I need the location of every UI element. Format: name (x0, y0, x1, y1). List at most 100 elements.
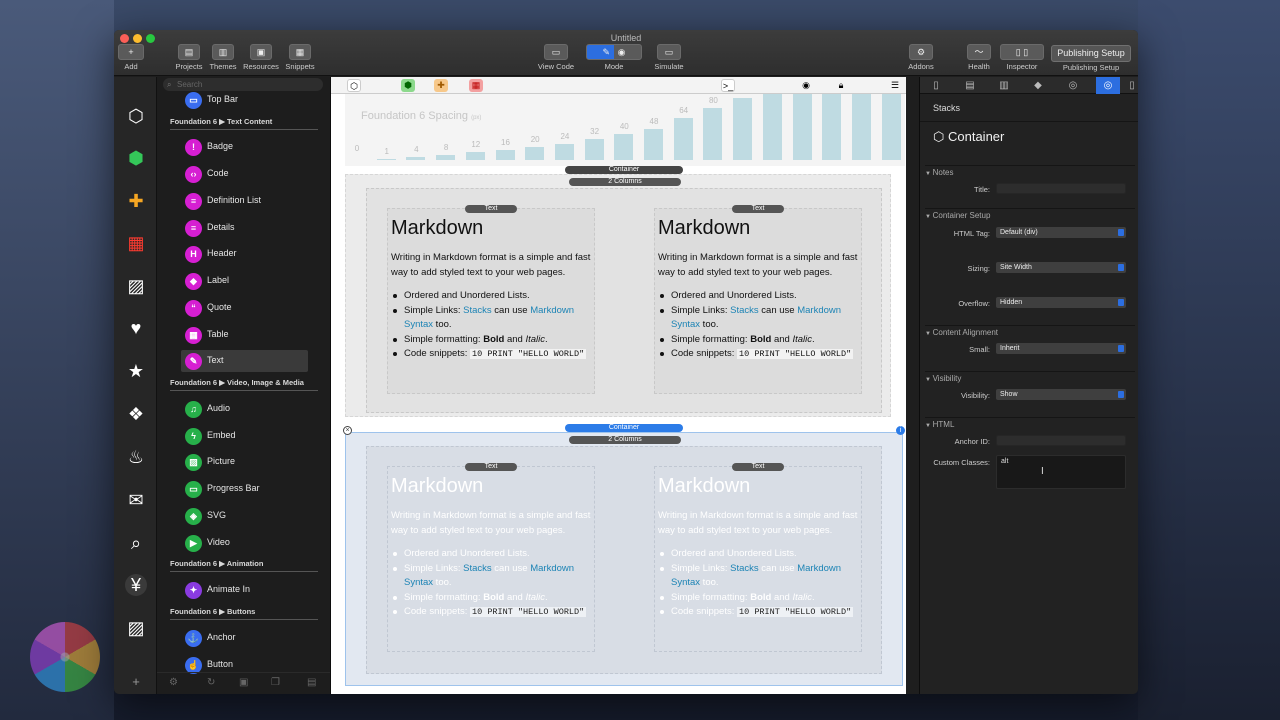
custom-classes-field[interactable]: alt (996, 455, 1126, 489)
add-category-icon[interactable]: + (125, 671, 147, 693)
container-stack-selected[interactable]: Markdown Writing in Markdown format is a… (345, 432, 903, 686)
lock-icon[interactable]: 🔒︎ (834, 79, 848, 92)
document-tab-icon[interactable]: ▯ (924, 77, 948, 94)
container-setup-section[interactable]: Container Setup (925, 208, 1135, 220)
library-item-audio[interactable]: ♫ Audio (181, 398, 308, 420)
container-stack[interactable]: Markdown Writing in Markdown format is a… (345, 174, 891, 417)
list-item-text: . (545, 333, 548, 345)
refresh-icon[interactable]: ↻ (207, 677, 215, 688)
stacks-link[interactable]: Stacks (463, 305, 492, 316)
tag-tab-icon[interactable]: ◆ (1026, 77, 1050, 94)
spacing-value-label: 64 (679, 106, 689, 116)
inspector-label: Inspector (1006, 62, 1038, 71)
small-select[interactable]: Inherit (996, 343, 1126, 354)
inspector-toggle[interactable]: ▯ ▯ Inspector (1000, 44, 1044, 71)
publishing-setup-button[interactable]: Publishing Setup (1051, 45, 1131, 62)
eye-icon[interactable]: ◉ (799, 79, 813, 92)
overflow-select[interactable]: Hidden (996, 297, 1126, 308)
content-alignment-section[interactable]: Content Alignment (925, 325, 1135, 337)
addons-button[interactable]: ⚙ Addons (906, 44, 936, 71)
library-item-embed[interactable]: ϟ Embed (181, 425, 308, 447)
sizing-select[interactable]: Site Width (996, 262, 1126, 273)
snippets-button[interactable]: ▦ Snippets (282, 44, 318, 71)
library-section-buttons: Foundation 6 ▶ Buttons (170, 607, 318, 620)
info-icon[interactable]: i (896, 426, 905, 435)
visibility-select[interactable]: Show (996, 389, 1126, 400)
target-tab-icon[interactable]: ◎ (1061, 77, 1085, 94)
stacks-link[interactable]: Stacks (730, 563, 759, 574)
cube-icon[interactable]: ⬡ (125, 105, 147, 127)
mail-icon[interactable]: ✉ (125, 489, 147, 511)
grid-icon[interactable]: ▦ (469, 79, 483, 92)
library-item-anchor[interactable]: ⚓ Anchor (181, 627, 308, 649)
library-item-svg[interactable]: ◈ SVG (181, 505, 308, 527)
puzzle-icon[interactable]: ✚ (434, 79, 448, 92)
list-item-text: Ordered and Unordered Lists. (671, 290, 797, 301)
foundation-stacks-icon[interactable]: ⬢ (401, 79, 415, 92)
settings-sliders-icon[interactable]: ☰ (888, 79, 902, 92)
library-item-text[interactable]: ✎ Text (181, 350, 308, 372)
library-item-progress-bar[interactable]: ▭ Progress Bar (181, 478, 308, 500)
image-icon[interactable]: ▨ (125, 275, 147, 297)
resources-button[interactable]: ▣ Resources (241, 44, 281, 71)
grid-icon[interactable]: ▦ (125, 232, 147, 254)
page-tab-icon[interactable]: ▤ (958, 77, 982, 94)
cube-icon[interactable]: ⬡ (347, 79, 361, 92)
stacks-link[interactable]: Stacks (463, 563, 492, 574)
terminal-icon[interactable]: >_ (721, 79, 735, 92)
title-field[interactable] (996, 183, 1126, 194)
view-code-button[interactable]: ▭ View Code (534, 44, 578, 71)
yen-icon[interactable]: ¥ (125, 574, 147, 596)
collapse-icon[interactable]: ▣ (239, 677, 248, 688)
notes-section[interactable]: Notes (925, 165, 1135, 177)
library-item-video[interactable]: ▶ Video (181, 532, 308, 554)
search-icon[interactable]: ⌕ (125, 532, 147, 554)
more-tab-icon[interactable]: ▯ (1125, 77, 1138, 94)
sidebar-icon[interactable]: ▤ (307, 677, 316, 688)
heart-icon[interactable]: ♥ (125, 317, 147, 339)
text-stack[interactable]: Markdown Writing in Markdown format is a… (654, 466, 862, 652)
columns-stack[interactable]: Markdown Writing in Markdown format is a… (366, 188, 882, 413)
photo-icon[interactable]: ▨ (125, 617, 147, 639)
star-icon[interactable]: ★ (125, 360, 147, 382)
add-button[interactable]: + Add (118, 44, 144, 71)
foundation-stacks-icon[interactable]: ⬢ (125, 147, 147, 169)
library-item-picture[interactable]: ▨ Picture (181, 451, 308, 473)
delete-stack-icon[interactable]: × (343, 426, 352, 435)
library-item-animate-in[interactable]: ✦ Animate In (181, 579, 308, 601)
health-button[interactable]: 〜 Health (965, 44, 993, 71)
html-tag-select[interactable]: Default (div) (996, 227, 1126, 238)
library-item-details[interactable]: ≡ Details (181, 217, 308, 239)
projects-icon: ▤ (178, 44, 200, 60)
gear-icon[interactable]: ⚙ (169, 677, 178, 688)
stacks-tab-icon[interactable]: ◎ (1096, 77, 1120, 94)
library-item-badge[interactable]: ! Badge (181, 136, 308, 158)
projects-button[interactable]: ▤ Projects (174, 44, 204, 71)
flame-icon[interactable]: ♨ (125, 446, 147, 468)
themes-button[interactable]: ▥ Themes (207, 44, 239, 71)
simulate-button[interactable]: ▭ Simulate (650, 44, 688, 71)
library-item-header[interactable]: H Header (181, 243, 308, 265)
library-item-definition-list[interactable]: ≡ Definition List (181, 190, 308, 212)
library-item-quote[interactable]: “ Quote (181, 297, 308, 319)
library-item-label[interactable]: ◆ Label (181, 270, 308, 292)
puzzle-icon[interactable]: ✚ (125, 190, 147, 212)
library-item-table[interactable]: ▦ Table (181, 324, 308, 346)
spacing-stack-preview[interactable]: Foundation 6 Spacing (px) 0 1 4 8 12 16 20 24 32… (345, 94, 905, 166)
layout-tab-icon[interactable]: ▥ (992, 77, 1016, 94)
html-section[interactable]: HTML (925, 417, 1135, 429)
mode-switch[interactable]: ✎ ◉ Mode (584, 44, 644, 71)
stacks-link[interactable]: Stacks (730, 305, 759, 316)
simulate-label: Simulate (654, 62, 684, 71)
library-item-code[interactable]: ‹› Code (181, 163, 308, 185)
list-item-text: Code snippets: (671, 348, 738, 359)
columns-stack[interactable]: Markdown Writing in Markdown format is a… (366, 446, 882, 674)
cubes-icon[interactable]: ❖ (125, 403, 147, 425)
text-stack[interactable]: Markdown Writing in Markdown format is a… (387, 208, 595, 394)
text-stack[interactable]: Markdown Writing in Markdown format is a… (387, 466, 595, 652)
anchor-id-field[interactable] (996, 435, 1126, 446)
text-stack[interactable]: Markdown Writing in Markdown format is a… (654, 208, 862, 394)
copy-icon[interactable]: ❐ (271, 677, 280, 688)
library-item-top-bar[interactable]: ▭ Top Bar (181, 89, 308, 111)
visibility-section[interactable]: Visibility (925, 371, 1135, 383)
